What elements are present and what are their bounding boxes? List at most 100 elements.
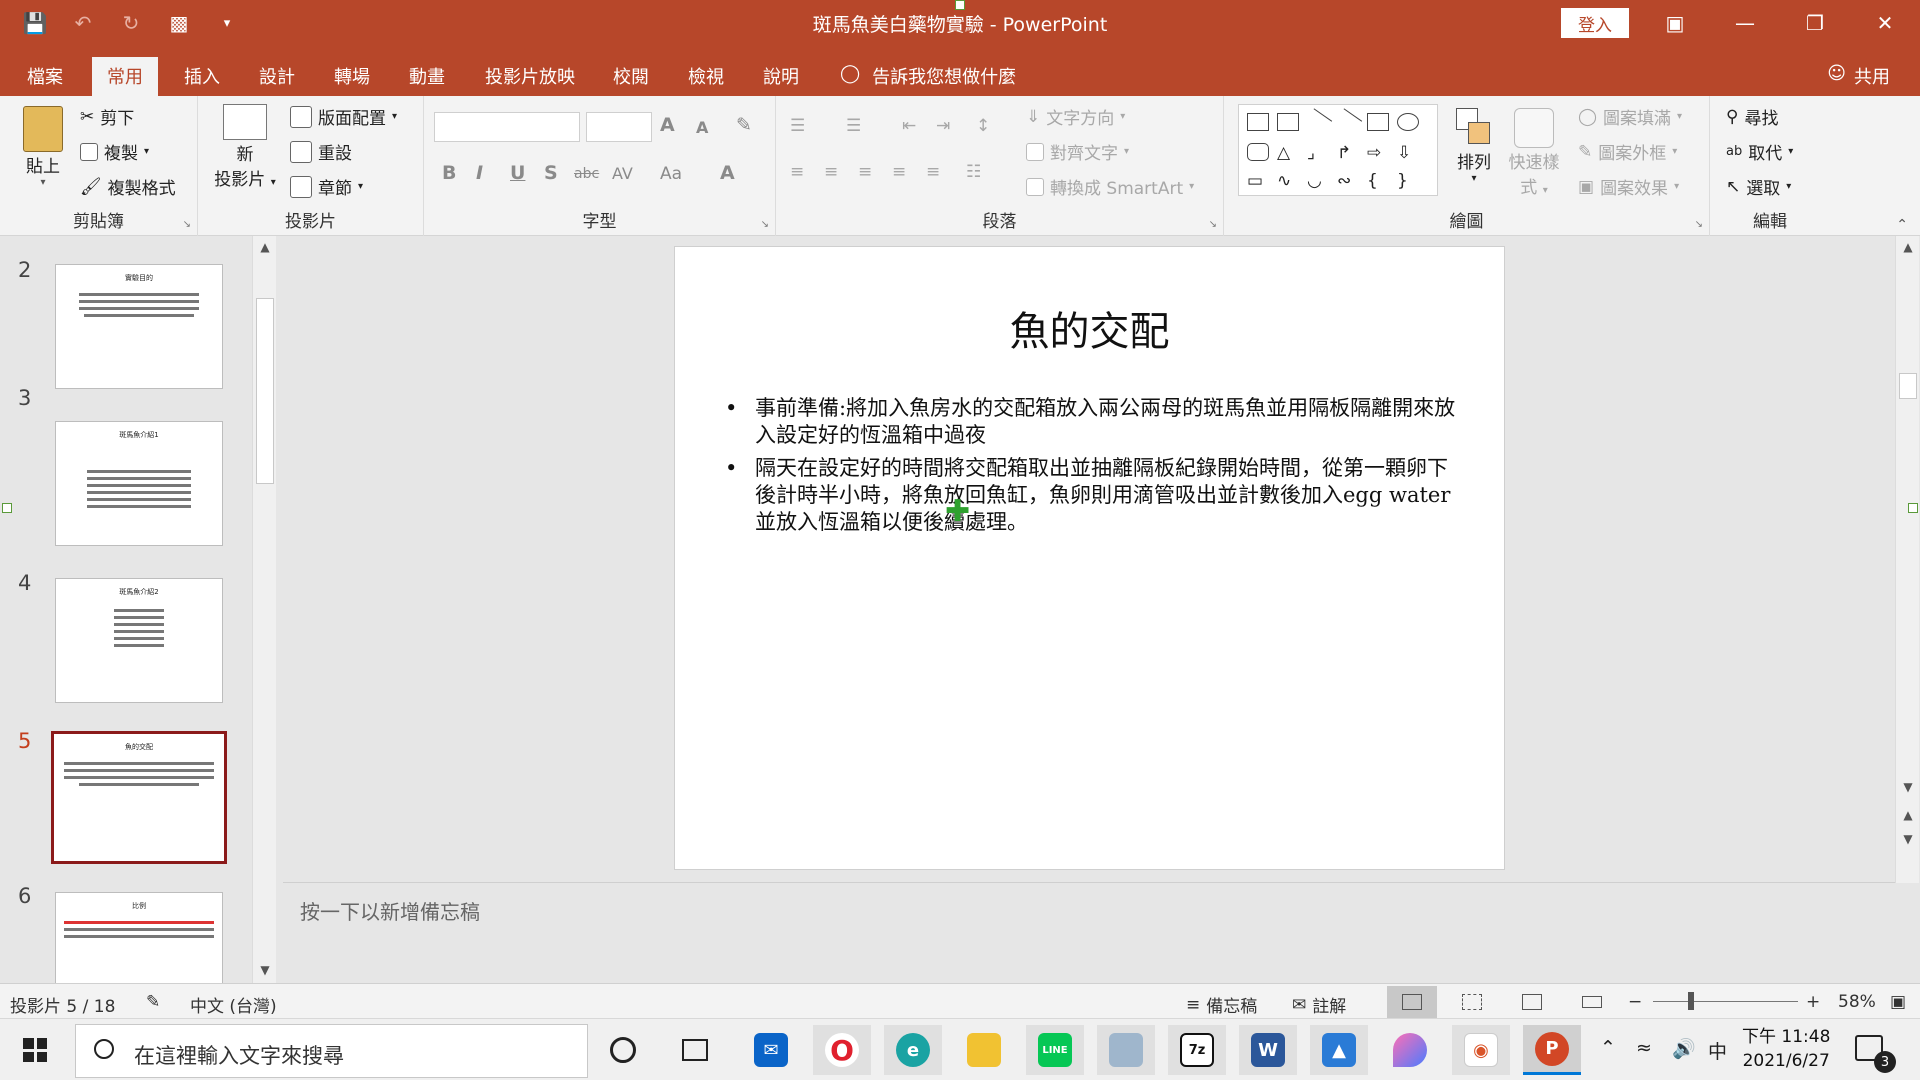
scroll-down-icon[interactable]: ▼	[253, 963, 277, 977]
minimize-icon[interactable]: —	[1710, 0, 1780, 46]
normal-view-button[interactable]	[1387, 986, 1437, 1018]
layout-button[interactable]: 版面配置 ▾	[290, 104, 397, 129]
tell-me-box[interactable]: ◯ 告訴我您想做什麼	[840, 63, 1016, 89]
file-explorer-icon[interactable]	[955, 1025, 1013, 1075]
select-button[interactable]: ↖ 選取 ▾	[1726, 174, 1791, 200]
photos-app-icon[interactable]: ▲	[1310, 1025, 1368, 1075]
elbow-connector-shape-icon[interactable]: ⌟	[1307, 143, 1329, 163]
show-hidden-icons[interactable]: ⌃	[1600, 1037, 1616, 1059]
numbering-button[interactable]: ☰	[846, 116, 861, 136]
vertical-textbox-shape-icon[interactable]	[1277, 113, 1299, 131]
slide-sorter-button[interactable]	[1447, 986, 1497, 1018]
left-brace-shape-icon[interactable]: {	[1367, 171, 1389, 191]
tab-animations[interactable]: 動畫	[394, 57, 460, 96]
tab-insert[interactable]: 插入	[169, 57, 235, 96]
close-icon[interactable]: ✕	[1850, 0, 1920, 46]
justify-button[interactable]: ≡	[892, 162, 906, 182]
freeform-shape-icon[interactable]: ▭	[1247, 171, 1269, 191]
shadow-button[interactable]: S	[544, 162, 558, 184]
edge-browser-icon[interactable]: e	[884, 1025, 942, 1075]
image-viewer-app-icon[interactable]	[1097, 1025, 1155, 1075]
arrow-shape-icon[interactable]	[1333, 108, 1363, 136]
collapse-ribbon-icon[interactable]: ⌃	[1896, 217, 1908, 233]
paint3d-app-icon[interactable]	[1381, 1025, 1439, 1075]
shape-outline-button[interactable]: ✎ 圖案外框 ▾	[1578, 139, 1677, 165]
selection-handle[interactable]	[2, 503, 12, 513]
volume-icon[interactable]: 🔊	[1672, 1037, 1696, 1060]
slide-thumbnail[interactable]: 實驗目的	[55, 264, 223, 389]
replace-button[interactable]: ab 取代 ▾	[1726, 139, 1793, 164]
word-app-icon[interactable]: W	[1239, 1025, 1297, 1075]
triangle-shape-icon[interactable]: △	[1277, 143, 1299, 163]
grow-font-button[interactable]: A	[660, 114, 675, 136]
quick-styles-button[interactable]: 快速樣 式 ▾	[1506, 108, 1562, 198]
7zip-app-icon[interactable]: 7z	[1168, 1025, 1226, 1075]
tab-home[interactable]: 常用	[92, 57, 158, 96]
zoom-level[interactable]: 58%	[1838, 992, 1876, 1012]
bullets-button[interactable]: ☰	[790, 116, 805, 136]
italic-button[interactable]: I	[476, 162, 483, 184]
notes-pane[interactable]: 按一下以新增備忘稿	[283, 882, 1895, 983]
mail-app-icon[interactable]: ✉	[742, 1025, 800, 1075]
tab-file[interactable]: 檔案	[12, 57, 78, 96]
align-left-button[interactable]: ≡	[790, 162, 804, 182]
new-slide-button[interactable]: 新 投影片 ▾	[210, 104, 280, 190]
signin-button[interactable]: 登入	[1561, 8, 1629, 38]
slide-scrollbar[interactable]: ▲ ▼ ▲ ▼	[1895, 236, 1919, 883]
find-button[interactable]: ⚲ 尋找	[1726, 104, 1778, 130]
font-size-dropdown[interactable]	[586, 112, 652, 142]
paragraph-dialog-launcher-icon[interactable]: ↘	[1209, 219, 1217, 230]
bullet-item[interactable]: 事前準備:將加入魚房水的交配箱放入兩公兩母的斑馬魚並用隔板隔離開來放入設定好的恆…	[725, 395, 1465, 449]
right-brace-shape-icon[interactable]: }	[1397, 171, 1419, 191]
align-center-button[interactable]: ≡	[824, 162, 838, 182]
oval-shape-icon[interactable]	[1397, 113, 1419, 131]
increase-indent-button[interactable]: ⇥	[936, 116, 950, 136]
presentation-app-icon[interactable]: ◉	[1452, 1025, 1510, 1075]
font-color-button[interactable]: A	[720, 162, 735, 184]
distributed-button[interactable]: ≡	[926, 162, 940, 182]
smartart-button[interactable]: 轉換成 SmartArt ▾	[1026, 174, 1194, 199]
windows-start-icon[interactable]	[12, 1034, 58, 1066]
system-clock[interactable]: 下午 11:48 2021/6/27	[1742, 1025, 1830, 1073]
paste-button[interactable]: 貼上 ▾	[18, 106, 68, 188]
curve-shape-icon[interactable]: ∾	[1337, 171, 1359, 191]
shape-effects-button[interactable]: ▣ 圖案效果 ▾	[1578, 174, 1679, 200]
arrange-button[interactable]: 排列 ▾	[1446, 108, 1502, 184]
thumbnails-scrollbar[interactable]: ▲ ▼	[252, 236, 276, 983]
taskbar-search-box[interactable]: 在這裡輸入文字來搜尋	[75, 1024, 588, 1078]
tab-design[interactable]: 設計	[244, 57, 310, 96]
scrollbar-thumb[interactable]	[1899, 373, 1917, 399]
slideshow-view-button[interactable]	[1567, 986, 1617, 1018]
ime-indicator[interactable]: 中	[1708, 1037, 1727, 1064]
rectangle-shape-icon[interactable]	[1367, 113, 1389, 131]
shape-fill-button[interactable]: ◯ 圖案填滿 ▾	[1578, 104, 1682, 130]
share-button[interactable]: ☺ 共用	[1827, 63, 1890, 89]
line-app-icon[interactable]: LINE	[1026, 1025, 1084, 1075]
notes-toggle-button[interactable]: ≡ 備忘稿	[1186, 992, 1257, 1018]
slide-canvas[interactable]: 魚的交配 事前準備:將加入魚房水的交配箱放入兩公兩母的斑馬魚並用隔板隔離開來放入…	[674, 246, 1505, 870]
underline-button[interactable]: U	[510, 162, 525, 184]
format-painter-button[interactable]: 🖌 複製格式	[80, 174, 176, 200]
spelling-check-icon[interactable]: ✎	[146, 992, 160, 1012]
scrollbar-thumb[interactable]	[256, 298, 274, 484]
text-direction-button[interactable]: ⇓ 文字方向 ▾	[1026, 104, 1125, 130]
bold-button[interactable]: B	[442, 162, 456, 184]
slide-thumbnail[interactable]: 斑馬魚介紹1	[55, 421, 223, 546]
selection-handle[interactable]	[955, 0, 965, 10]
scroll-up-icon[interactable]: ▲	[253, 240, 277, 254]
arc-shape-icon[interactable]: ◡	[1307, 171, 1329, 191]
scribble-shape-icon[interactable]: ∿	[1277, 171, 1299, 191]
scroll-up-icon[interactable]: ▲	[1896, 240, 1920, 254]
elbow-arrow-shape-icon[interactable]: ↱	[1337, 143, 1359, 163]
shrink-font-button[interactable]: A	[696, 118, 708, 137]
tab-review[interactable]: 校閱	[598, 57, 664, 96]
zoom-slider[interactable]	[1653, 1001, 1798, 1002]
opera-browser-icon[interactable]: O	[813, 1025, 871, 1075]
change-case-button[interactable]: Aa	[660, 164, 682, 184]
line-spacing-button[interactable]: ↕	[976, 116, 990, 136]
shapes-gallery[interactable]: △ ⌟ ↱ ⇨ ⇩ ▭ ∿ ◡ ∾ { }	[1238, 104, 1438, 196]
selection-handle[interactable]	[1908, 503, 1918, 513]
next-slide-icon[interactable]: ▼	[1896, 832, 1920, 846]
font-dialog-launcher-icon[interactable]: ↘	[761, 219, 769, 230]
section-button[interactable]: 章節 ▾	[290, 174, 363, 199]
